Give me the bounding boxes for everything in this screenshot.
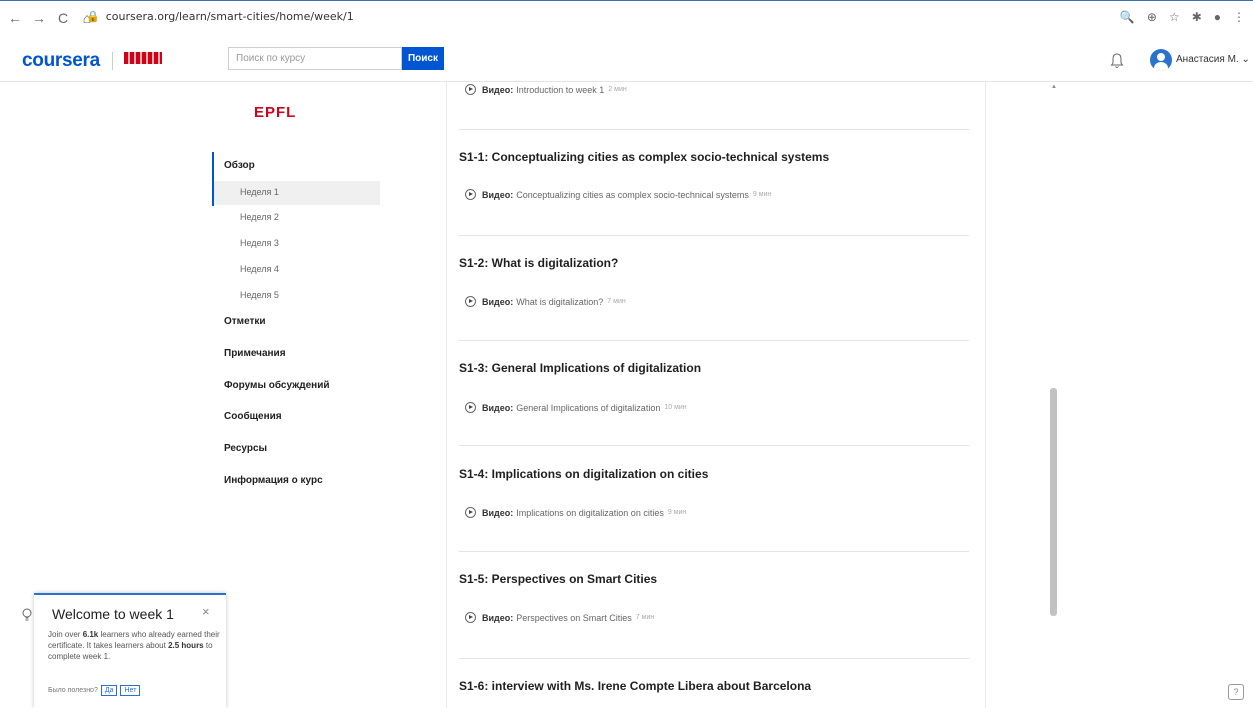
browser-tools: 🔍 ⊕ ☆ ✱ ● ⋮ xyxy=(1120,10,1245,24)
video-title: Perspectives on Smart Cities xyxy=(516,612,632,623)
profile-icon[interactable]: ● xyxy=(1214,10,1221,24)
sidebar-item-course-info[interactable]: Информация о курс xyxy=(212,475,323,486)
browser-bar: ← → C ⌂ 🔒 coursera.org/learn/smart-cities… xyxy=(0,0,1253,38)
sidebar-item-resources[interactable]: Ресурсы xyxy=(212,443,267,454)
video-item[interactable]: Видео: General Implications of digitaliz… xyxy=(465,402,687,413)
avatar[interactable] xyxy=(1150,49,1172,71)
video-title: Conceptualizing cities as complex socio-… xyxy=(516,189,749,200)
translate-icon[interactable]: ⊕ xyxy=(1147,10,1157,24)
app-header: coursera Поиск по курсу Поиск Анастасия … xyxy=(0,38,1253,82)
sidebar-item-week-2[interactable]: Неделя 2 xyxy=(212,212,279,222)
video-title: Introduction to week 1 xyxy=(516,84,605,95)
user-menu[interactable]: Анастасия М. ⌄ xyxy=(1176,54,1250,65)
lock-icon: 🔒 xyxy=(86,10,100,23)
bell-icon[interactable] xyxy=(1110,53,1124,69)
video-title: What is digitalization? xyxy=(516,296,604,307)
video-label: Видео: xyxy=(482,612,514,623)
completion-hours: 2.5 hours xyxy=(168,641,204,650)
lesson-title: S1-3: General Implications of digitaliza… xyxy=(459,361,702,375)
lesson-title: S1-6: interview with Ms. Irene Compte Li… xyxy=(459,679,812,693)
sidebar-item-overview[interactable]: Обзор xyxy=(212,160,255,171)
help-button[interactable]: ? xyxy=(1228,684,1244,700)
sidebar-item-week-4[interactable]: Неделя 4 xyxy=(212,264,279,274)
video-item[interactable]: Видео: Perspectives on Smart Cities 7 ми… xyxy=(465,612,654,623)
scrollbar[interactable]: ▲ xyxy=(1048,82,1058,708)
play-icon xyxy=(465,612,476,623)
coursera-logo[interactable]: coursera xyxy=(22,50,100,72)
sidebar-item-messages[interactable]: Сообщения xyxy=(212,411,282,422)
sidebar-item-forums[interactable]: Форумы обсуждений xyxy=(212,380,330,391)
university-logo xyxy=(124,52,162,64)
video-item[interactable]: Видео: Conceptualizing cities as complex… xyxy=(465,189,771,200)
feedback-row: Было полезно? Да Нет xyxy=(48,685,141,696)
play-icon xyxy=(465,84,476,95)
sidebar-item-week-1[interactable]: Неделя 1 xyxy=(212,187,279,197)
url-text: coursera.org/learn/smart-cities/home/wee… xyxy=(105,10,354,23)
divider xyxy=(459,551,969,552)
video-duration: 7 мин xyxy=(607,298,626,305)
play-icon xyxy=(465,189,476,200)
feedback-no-button[interactable]: Нет xyxy=(120,685,141,696)
video-duration: 2 мин xyxy=(608,86,627,93)
lesson-title: S1-1: Conceptualizing cities as complex … xyxy=(459,150,830,164)
play-icon xyxy=(465,402,476,413)
feedback-question: Было полезно? xyxy=(48,687,98,694)
divider xyxy=(459,129,969,130)
video-label: Видео: xyxy=(482,84,514,95)
reload-button[interactable]: C xyxy=(56,10,70,26)
video-duration: 7 мин xyxy=(635,614,655,621)
learner-count: 6.1k xyxy=(82,630,99,639)
video-duration: 9 мин xyxy=(667,509,687,516)
epfl-logo: EPFL xyxy=(254,104,297,121)
play-icon xyxy=(465,296,476,307)
back-button[interactable]: ← xyxy=(8,10,22,26)
lesson-title: S1-5: Perspectives on Smart Cities xyxy=(459,572,658,586)
video-duration: 9 мин xyxy=(752,191,772,198)
lesson-title: S1-2: What is digitalization? xyxy=(459,256,619,270)
video-item[interactable]: Видео: Implications on digitalization on… xyxy=(465,507,686,518)
course-search-input[interactable]: Поиск по курсу xyxy=(228,47,402,70)
extensions-icon[interactable]: ✱ xyxy=(1192,10,1202,24)
lightbulb-icon xyxy=(22,608,32,621)
sidebar-item-week-5[interactable]: Неделя 5 xyxy=(212,290,279,300)
divider xyxy=(459,235,969,236)
chevron-down-icon: ⌄ xyxy=(1241,54,1250,65)
sidebar-item-notes[interactable]: Примечания xyxy=(212,348,286,359)
bookmark-star-icon[interactable]: ☆ xyxy=(1169,10,1180,24)
divider xyxy=(459,445,969,446)
close-icon[interactable]: × xyxy=(202,604,210,619)
sidebar-item-week-3[interactable]: Неделя 3 xyxy=(212,238,279,248)
video-label: Видео: xyxy=(482,189,514,200)
search-button[interactable]: Поиск xyxy=(402,47,444,70)
user-name: Анастасия М. xyxy=(1176,54,1239,65)
welcome-text: Join over 6.1k learners who already earn… xyxy=(48,630,220,661)
video-label: Видео: xyxy=(482,402,514,413)
browser-menu-icon[interactable]: ⋮ xyxy=(1233,10,1245,24)
scroll-up-icon[interactable]: ▲ xyxy=(1051,84,1057,90)
divider xyxy=(459,340,969,341)
video-title: General Implications of digitalization xyxy=(516,402,661,413)
welcome-popup: Welcome to week 1 × Join over 6.1k learn… xyxy=(22,593,226,708)
play-icon xyxy=(465,507,476,518)
zoom-icon[interactable]: 🔍 xyxy=(1120,10,1135,24)
browser-nav: ← → C ⌂ xyxy=(8,10,94,26)
address-bar[interactable]: 🔒 coursera.org/learn/smart-cities/home/we… xyxy=(86,10,354,23)
video-item[interactable]: Видео: What is digitalization? 7 мин xyxy=(465,296,626,307)
forward-button[interactable]: → xyxy=(32,10,46,26)
week-content: Видео: Introduction to week 1 2 мин S1-1… xyxy=(446,82,986,708)
video-item[interactable]: Видео: Introduction to week 1 2 мин xyxy=(465,84,627,95)
video-label: Видео: xyxy=(482,507,514,518)
scrollbar-thumb[interactable] xyxy=(1050,388,1057,616)
feedback-yes-button[interactable]: Да xyxy=(100,685,118,696)
lesson-title: S1-4: Implications on digitalization on … xyxy=(459,467,709,481)
sidebar-item-grades[interactable]: Отметки xyxy=(212,316,266,327)
video-title: Implications on digitalization on cities xyxy=(516,507,664,518)
welcome-title: Welcome to week 1 xyxy=(52,606,174,622)
logo-divider xyxy=(112,52,113,70)
divider xyxy=(459,658,969,659)
video-label: Видео: xyxy=(482,296,514,307)
video-duration: 10 мин xyxy=(664,404,687,411)
